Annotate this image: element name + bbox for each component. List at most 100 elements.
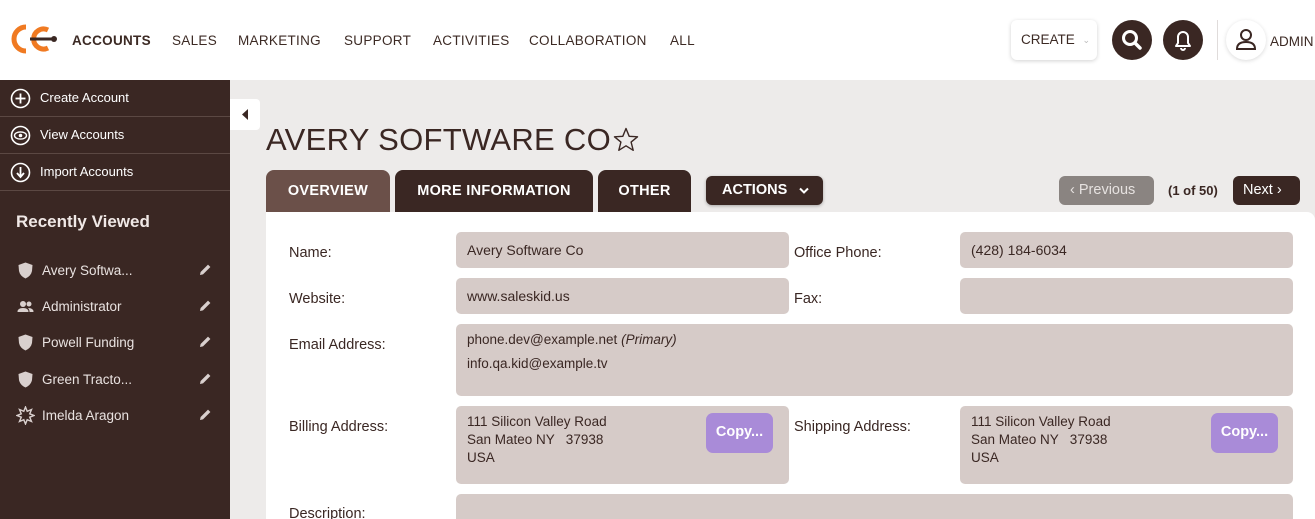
nav-all[interactable]: ALL <box>670 33 695 48</box>
plus-circle-icon <box>10 88 31 109</box>
name-label: Name: <box>289 245 332 261</box>
email-primary-value[interactable]: phone.dev@example.net <box>467 332 617 347</box>
shipping-street: 111 Silicon Valley Road <box>971 414 1111 429</box>
actions-button[interactable]: ACTIONS <box>706 176 823 205</box>
shield-icon <box>18 334 33 351</box>
chevron-down-icon: ⌄ <box>1082 35 1090 45</box>
shipping-address-label: Shipping Address: <box>794 419 911 435</box>
recent-item[interactable]: Green Tracto... <box>0 364 230 394</box>
search-icon <box>1122 30 1142 50</box>
user-icon <box>1235 29 1257 50</box>
office-phone-field[interactable]: (428) 184-6034 <box>960 232 1293 268</box>
chevron-right-icon: › <box>1276 182 1282 198</box>
nav-marketing[interactable]: MARKETING <box>238 33 321 48</box>
caret-left-icon <box>242 109 248 120</box>
record-position: (1 of 50) <box>1168 183 1218 198</box>
top-navbar: ACCOUNTS SALES MARKETING SUPPORT ACTIVIT… <box>0 0 1315 80</box>
description-label: Description: <box>289 506 366 519</box>
sidebar-action-label: Import Accounts <box>40 164 134 179</box>
sidebar-import-accounts[interactable]: Import Accounts <box>0 154 230 191</box>
email-address-field: phone.dev@example.net (Primary) info.qa.… <box>456 324 1293 396</box>
recent-item-label: Administrator <box>42 299 122 314</box>
recent-item[interactable]: Avery Softwa... <box>0 255 230 285</box>
recent-item-label: Imelda Aragon <box>42 408 130 423</box>
fax-field[interactable] <box>960 278 1293 314</box>
pencil-icon[interactable] <box>197 262 213 278</box>
pencil-icon[interactable] <box>197 407 213 423</box>
user-name[interactable]: ADMIN <box>1270 34 1314 49</box>
next-button[interactable]: Next › <box>1233 176 1300 205</box>
next-button-label: Next <box>1243 182 1273 198</box>
nav-activities[interactable]: ACTIVITIES <box>433 33 510 48</box>
billing-address-field: 111 Silicon Valley Road San Mateo NY 379… <box>456 406 789 484</box>
create-button-label: CREATE <box>1021 32 1075 47</box>
tab-more-information[interactable]: MORE INFORMATION <box>395 170 593 212</box>
bell-icon <box>1175 31 1191 51</box>
fax-label: Fax: <box>794 291 823 307</box>
office-phone-label: Office Phone: <box>794 245 882 261</box>
shipping-country: USA <box>971 450 999 465</box>
chevron-left-icon: ‹ <box>1070 182 1075 198</box>
website-label: Website: <box>289 291 346 307</box>
nav-accounts[interactable]: ACCOUNTS <box>72 33 151 48</box>
recently-viewed-title: Recently Viewed <box>16 212 150 231</box>
sidebar-create-account[interactable]: Create Account <box>0 80 230 117</box>
page-title: AVERY SOFTWARE CO <box>266 122 612 157</box>
nav-sales[interactable]: SALES <box>172 33 217 48</box>
billing-country: USA <box>467 450 495 465</box>
billing-street: 111 Silicon Valley Road <box>467 414 607 429</box>
email-primary-tag: (Primary) <box>621 332 677 347</box>
chevron-down-icon <box>799 187 809 194</box>
favorite-star-icon[interactable] <box>612 126 640 154</box>
search-button[interactable] <box>1112 20 1152 60</box>
recent-item[interactable]: Administrator <box>0 291 230 321</box>
suitecrm-logo-icon[interactable] <box>8 22 60 56</box>
office-phone-value: (428) 184-6034 <box>971 242 1067 258</box>
email-secondary-value[interactable]: info.qa.kid@example.tv <box>467 356 608 371</box>
users-icon <box>17 301 34 312</box>
eye-icon <box>10 125 31 146</box>
sidebar-action-label: Create Account <box>40 90 129 105</box>
nav-collaboration[interactable]: COLLABORATION <box>529 33 647 48</box>
billing-copy-button[interactable]: Copy... <box>706 413 773 453</box>
download-circle-icon <box>10 162 31 183</box>
recent-item-label: Powell Funding <box>42 335 135 350</box>
actions-button-label: ACTIONS <box>722 182 788 198</box>
recent-item[interactable]: Imelda Aragon <box>0 400 230 430</box>
sidebar-action-label: View Accounts <box>40 127 125 142</box>
shield-icon <box>18 371 33 388</box>
pencil-icon[interactable] <box>197 371 213 387</box>
sidebar-view-accounts[interactable]: View Accounts <box>0 117 230 154</box>
record-detail-panel: Name: Avery Software Co Office Phone: (4… <box>266 212 1315 519</box>
tab-other[interactable]: OTHER <box>598 170 691 212</box>
previous-button-label: Previous <box>1078 182 1136 198</box>
sidebar: Create Account View Accounts Import Acco… <box>0 80 230 519</box>
billing-address-label: Billing Address: <box>289 419 389 435</box>
starburst-icon <box>16 406 35 425</box>
recent-item-label: Green Tracto... <box>42 372 133 387</box>
description-field[interactable] <box>456 494 1293 519</box>
pencil-icon[interactable] <box>197 334 213 350</box>
nav-support[interactable]: SUPPORT <box>344 33 411 48</box>
billing-city-state-zip: San Mateo NY 37938 <box>467 432 604 447</box>
pencil-icon[interactable] <box>197 298 213 314</box>
create-button[interactable]: CREATE ⌄ <box>1011 20 1097 60</box>
name-value: Avery Software Co <box>467 242 584 258</box>
previous-button[interactable]: ‹ Previous <box>1059 176 1154 205</box>
name-field[interactable]: Avery Software Co <box>456 232 789 268</box>
notifications-button[interactable] <box>1163 20 1203 60</box>
email-address-label: Email Address: <box>289 337 386 353</box>
shipping-city-state-zip: San Mateo NY 37938 <box>971 432 1108 447</box>
email-primary-row: phone.dev@example.net (Primary) <box>467 332 677 347</box>
website-value[interactable]: www.saleskid.us <box>467 288 570 304</box>
tab-overview[interactable]: OVERVIEW <box>266 170 390 212</box>
user-avatar[interactable] <box>1226 20 1266 60</box>
shield-icon <box>18 262 33 279</box>
recent-item-label: Avery Softwa... <box>42 263 133 278</box>
website-field[interactable]: www.saleskid.us <box>456 278 789 314</box>
nav-divider <box>1217 20 1218 60</box>
sidebar-collapse-button[interactable] <box>230 99 260 130</box>
shipping-address-field: 111 Silicon Valley Road San Mateo NY 379… <box>960 406 1293 484</box>
recent-item[interactable]: Powell Funding <box>0 327 230 357</box>
shipping-copy-button[interactable]: Copy... <box>1211 413 1278 453</box>
